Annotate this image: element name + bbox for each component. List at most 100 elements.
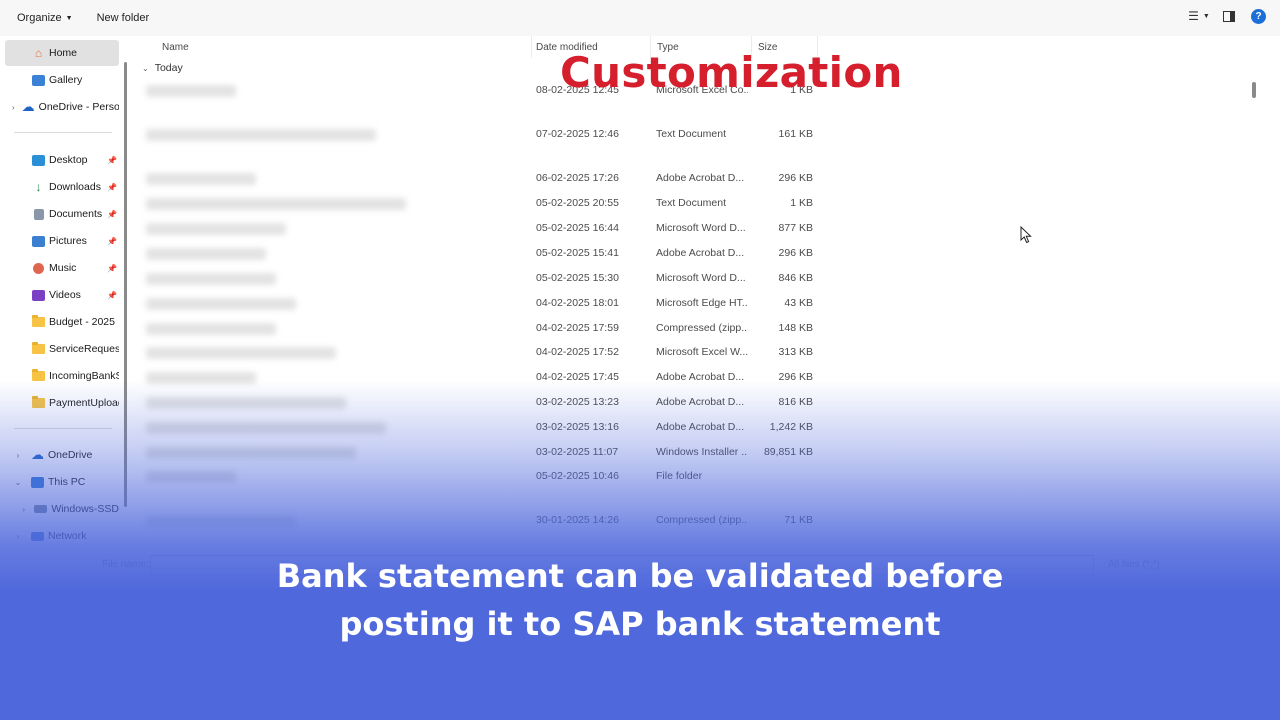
caption-line-2: posting it to SAP bank statement bbox=[339, 605, 941, 643]
file-size: 89,851 KB bbox=[763, 446, 813, 458]
file-date: 04-02-2025 17:45 bbox=[536, 371, 619, 383]
blurred-file-name bbox=[146, 347, 336, 359]
file-size: 296 KB bbox=[778, 371, 813, 383]
file-type: File folder bbox=[656, 470, 703, 482]
pin-icon[interactable]: 📌 bbox=[107, 291, 117, 300]
file-row[interactable]: 05-02-2025 15:41 Adobe Acrobat D... 296 KB bbox=[134, 243, 834, 265]
list-scrollbar[interactable] bbox=[1252, 82, 1256, 98]
pin-icon[interactable]: 📌 bbox=[107, 183, 117, 192]
file-size: 296 KB bbox=[778, 172, 813, 184]
sidebar-item-videos[interactable]: Videos 📌 bbox=[5, 282, 119, 308]
preview-pane-button[interactable] bbox=[1221, 8, 1237, 24]
sidebar-item-this-pc[interactable]: ⌄ This PC bbox=[5, 469, 119, 495]
file-row[interactable]: 04-02-2025 17:45 Adobe Acrobat D... 296 KB bbox=[134, 367, 834, 389]
chevron-right-icon[interactable]: › bbox=[20, 505, 27, 514]
file-row[interactable]: 06-02-2025 17:26 Adobe Acrobat D... 296 KB bbox=[134, 168, 834, 190]
sidebar-item-label: This PC bbox=[48, 476, 86, 488]
file-size: 846 KB bbox=[778, 272, 813, 284]
file-date: 04-02-2025 17:59 bbox=[536, 322, 619, 334]
sidebar-item-label: Pictures bbox=[49, 235, 87, 247]
column-header-label: Name bbox=[162, 41, 189, 53]
sidebar-item-onedrive[interactable]: › ☁ OneDrive bbox=[5, 442, 119, 468]
pin-icon[interactable]: 📌 bbox=[107, 264, 117, 273]
videos-icon bbox=[32, 289, 45, 301]
download-icon: ↓ bbox=[35, 180, 42, 194]
blurred-file-name bbox=[146, 447, 356, 459]
music-icon bbox=[32, 262, 45, 274]
file-type: Microsoft Excel W... bbox=[656, 346, 748, 358]
blurred-file-name bbox=[146, 298, 296, 310]
sidebar-item-network[interactable]: › Network bbox=[5, 523, 119, 549]
desktop-icon bbox=[32, 154, 45, 166]
chevron-right-icon[interactable]: › bbox=[12, 532, 24, 541]
blurred-file-name bbox=[146, 422, 386, 434]
sidebar-item-downloads[interactable]: ↓ Downloads 📌 bbox=[5, 174, 119, 200]
file-type: Compressed (zipp... bbox=[656, 514, 748, 526]
sidebar-item-desktop[interactable]: Desktop 📌 bbox=[5, 147, 119, 173]
file-size: 313 KB bbox=[778, 346, 813, 358]
documents-icon bbox=[32, 208, 45, 220]
file-row[interactable]: 04-02-2025 18:01 Microsoft Edge HT... 43 K… bbox=[134, 293, 834, 315]
file-date: 05-02-2025 15:30 bbox=[536, 272, 619, 284]
command-bar: Organize ▼ New folder ☰ ▼ ? bbox=[0, 0, 1280, 36]
organize-button[interactable]: Organize ▼ bbox=[9, 5, 81, 31]
pin-icon[interactable]: 📌 bbox=[107, 156, 117, 165]
view-options-icon[interactable]: ☰ ▼ bbox=[1188, 8, 1210, 24]
file-date: 03-02-2025 11:07 bbox=[536, 446, 619, 458]
sidebar-item-gallery[interactable]: Gallery bbox=[5, 67, 119, 93]
file-size: 71 KB bbox=[784, 514, 813, 526]
sidebar-item-budget-2025[interactable]: Budget - 2025 bbox=[5, 309, 119, 335]
chevron-down-icon: ⌄ bbox=[142, 63, 149, 73]
file-size: 161 KB bbox=[778, 128, 813, 140]
file-row[interactable]: 03-02-2025 13:23 Adobe Acrobat D... 816 KB bbox=[134, 392, 834, 414]
sidebar-item-windows-ssd[interactable]: › Windows-SSD bbox=[5, 496, 119, 522]
file-date: 03-02-2025 13:16 bbox=[536, 421, 619, 433]
group-label: Today bbox=[154, 62, 183, 74]
chevron-right-icon[interactable]: › bbox=[12, 451, 24, 460]
pin-icon[interactable]: 📌 bbox=[107, 237, 117, 246]
folder-icon bbox=[32, 342, 45, 355]
file-row[interactable]: 05-02-2025 16:44 Microsoft Word D... 877 K… bbox=[134, 218, 834, 240]
sidebar-item-label: Videos bbox=[49, 289, 81, 301]
sidebar-item-documents[interactable]: Documents 📌 bbox=[5, 201, 119, 227]
file-row[interactable]: 04-02-2025 17:59 Compressed (zipp... 148 K… bbox=[134, 318, 834, 340]
file-row[interactable]: 05-02-2025 15:30 Microsoft Word D... 846 K… bbox=[134, 268, 834, 290]
file-row[interactable]: 03-02-2025 11:07 Windows Installer ... 89,… bbox=[134, 442, 834, 464]
sidebar-item-label: Gallery bbox=[49, 74, 83, 86]
file-date: 05-02-2025 20:55 bbox=[536, 197, 619, 209]
file-date: 06-02-2025 17:26 bbox=[536, 172, 619, 184]
preview-pane-icon bbox=[1223, 10, 1235, 22]
blurred-file-name bbox=[146, 85, 236, 97]
file-row[interactable]: 30-01-2025 14:26 Compressed (zipp... 71 KB bbox=[134, 510, 834, 532]
file-type: Compressed (zipp... bbox=[656, 322, 748, 334]
file-date: 04-02-2025 17:52 bbox=[536, 346, 619, 358]
file-list: Name Date modified Type Size ⌄ Today 08-… bbox=[134, 36, 1262, 556]
pin-icon[interactable]: 📌 bbox=[107, 210, 117, 219]
chevron-down-icon[interactable]: ⌄ bbox=[12, 478, 24, 487]
sidebar-item-music[interactable]: Music 📌 bbox=[5, 255, 119, 281]
file-size: 296 KB bbox=[778, 247, 813, 259]
file-row[interactable]: 07-02-2025 12:46 Text Document 161 KB bbox=[134, 124, 834, 146]
file-row[interactable]: 05-02-2025 20:55 Text Document 1 KB bbox=[134, 193, 834, 215]
sidebar-item-home[interactable]: ⌂ Home bbox=[5, 40, 119, 66]
sidebar-item-incomingbank[interactable]: IncomingBankSt bbox=[5, 363, 119, 389]
file-row[interactable]: 03-02-2025 13:16 Adobe Acrobat D... 1,242 … bbox=[134, 417, 834, 439]
file-row[interactable]: 05-02-2025 10:46 File folder bbox=[134, 466, 834, 488]
view-controls: ☰ ▼ ? bbox=[1188, 8, 1266, 24]
sidebar-item-pictures[interactable]: Pictures 📌 bbox=[5, 228, 119, 254]
sidebar-item-onedrive-personal[interactable]: › ☁ OneDrive - Perso bbox=[5, 94, 119, 120]
new-folder-button[interactable]: New folder bbox=[89, 5, 158, 31]
sidebar-item-servicerequest[interactable]: ServiceRequestS bbox=[5, 336, 119, 362]
help-icon[interactable]: ? bbox=[1251, 8, 1266, 24]
blurred-file-name bbox=[146, 173, 256, 185]
chevron-right-icon[interactable]: › bbox=[12, 103, 15, 112]
column-header-name[interactable]: Name bbox=[156, 36, 532, 58]
caption-line-1: Bank statement can be validated before bbox=[276, 557, 1004, 595]
file-row[interactable]: 04-02-2025 17:52 Microsoft Excel W... 313 … bbox=[134, 342, 834, 364]
sidebar-scrollbar[interactable] bbox=[124, 62, 127, 507]
gallery-icon bbox=[32, 74, 45, 86]
sidebar-item-paymentupload[interactable]: PaymentUpload bbox=[5, 390, 119, 416]
sidebar-item-label: OneDrive bbox=[48, 449, 93, 461]
group-header-today[interactable]: ⌄ Today bbox=[142, 62, 183, 74]
sidebar-item-label: Downloads bbox=[49, 181, 101, 193]
